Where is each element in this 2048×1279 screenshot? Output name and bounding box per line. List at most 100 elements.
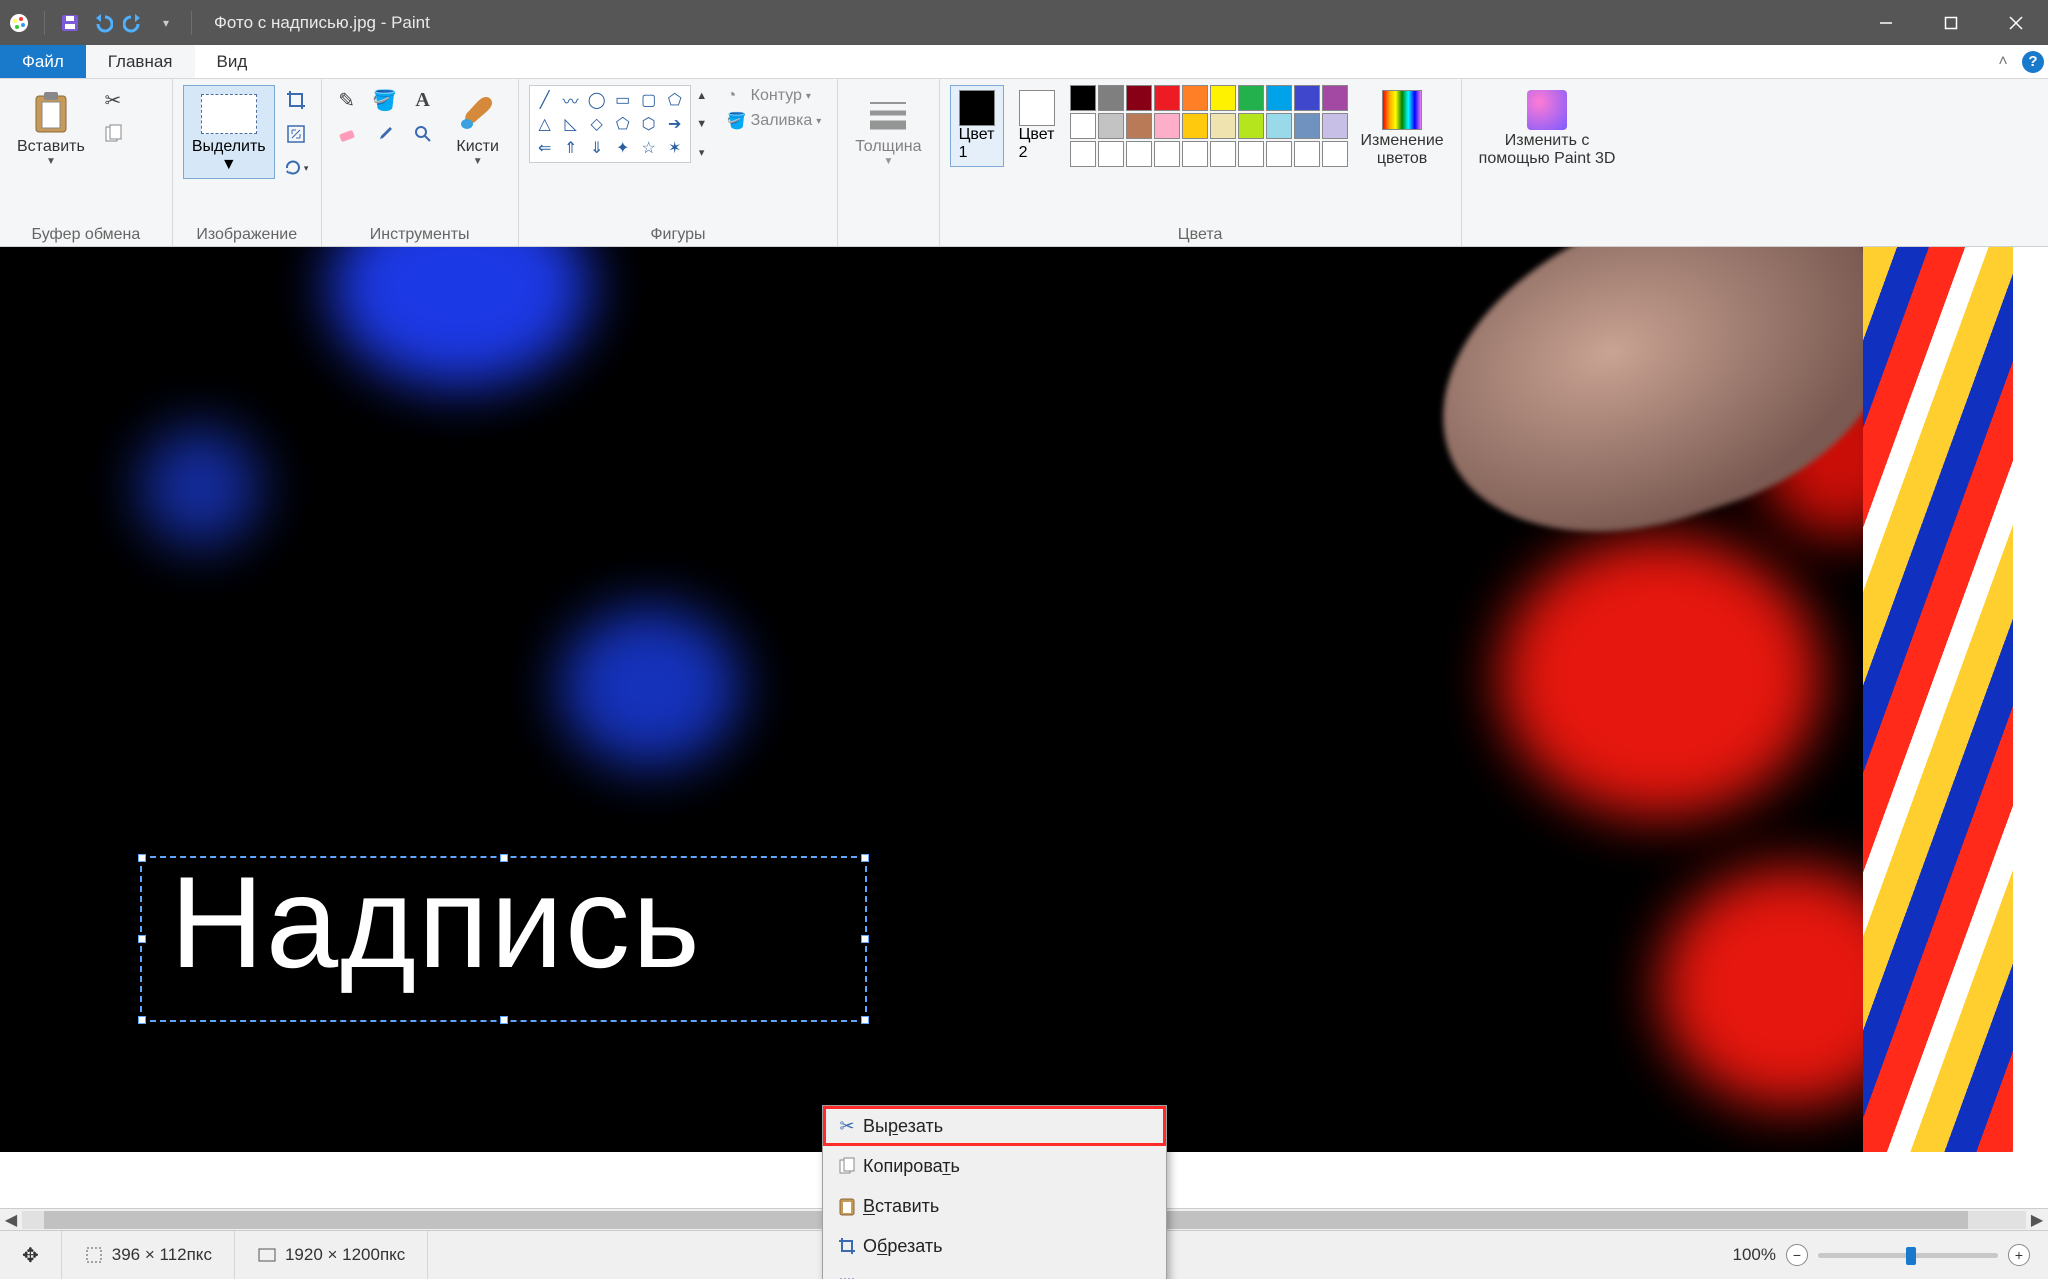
help-button[interactable]: ? <box>2018 45 2048 78</box>
color-swatch[interactable] <box>1266 113 1292 139</box>
resize-icon[interactable] <box>281 119 311 149</box>
shape-arrow-right-icon[interactable]: ➔ <box>663 113 687 135</box>
zoom-slider-thumb[interactable] <box>1906 1247 1916 1265</box>
shape-diamond-icon[interactable]: ◇ <box>585 113 609 135</box>
rotate-icon[interactable]: ▾ <box>281 153 311 183</box>
size-button[interactable]: Толщина ▼ <box>848 85 928 172</box>
color-swatch[interactable] <box>1266 85 1292 111</box>
paste-button[interactable]: Вставить ▼ <box>10 85 92 172</box>
shape-oval-icon[interactable]: ◯ <box>585 89 609 111</box>
color-swatch[interactable] <box>1070 113 1096 139</box>
color-swatch[interactable] <box>1238 85 1264 111</box>
color-swatch[interactable] <box>1238 113 1264 139</box>
tab-view[interactable]: Вид <box>195 45 270 78</box>
redo-icon[interactable] <box>121 10 147 36</box>
selection-handle[interactable] <box>500 1016 508 1024</box>
color-swatch[interactable] <box>1322 141 1348 167</box>
ctx-copy[interactable]: Копировать <box>823 1146 1166 1186</box>
color-swatch[interactable] <box>1126 141 1152 167</box>
zoom-slider[interactable] <box>1818 1253 1998 1258</box>
shape-roundrect-icon[interactable]: ▢ <box>637 89 661 111</box>
color-swatch[interactable] <box>1182 113 1208 139</box>
color-swatch[interactable] <box>1294 141 1320 167</box>
shape-star4-icon[interactable]: ✦ <box>611 137 635 159</box>
color-swatch[interactable] <box>1294 113 1320 139</box>
color-swatch[interactable] <box>1070 85 1096 111</box>
maximize-button[interactable] <box>1918 0 1983 45</box>
shape-polygon-icon[interactable]: ⬠ <box>663 89 687 111</box>
collapse-ribbon-icon[interactable]: ˄ <box>1988 45 2018 78</box>
shape-right-triangle-icon[interactable]: ◺ <box>559 113 583 135</box>
eraser-icon[interactable] <box>332 119 362 149</box>
selection-handle[interactable] <box>138 935 146 943</box>
paint3d-button[interactable]: Изменить с помощью Paint 3D <box>1472 85 1623 172</box>
shape-curve-icon[interactable]: 〰 <box>559 89 583 111</box>
undo-icon[interactable] <box>89 10 115 36</box>
color-swatch[interactable] <box>1154 141 1180 167</box>
zoom-in-button[interactable]: + <box>2008 1244 2030 1266</box>
color-swatch[interactable] <box>1098 85 1124 111</box>
color-swatch[interactable] <box>1182 141 1208 167</box>
shape-pentagon-icon[interactable]: ⬠ <box>611 113 635 135</box>
color-swatch[interactable] <box>1154 85 1180 111</box>
selection-handle[interactable] <box>861 935 869 943</box>
color-swatch[interactable] <box>1126 85 1152 111</box>
color-swatch[interactable] <box>1126 113 1152 139</box>
color-swatch[interactable] <box>1070 141 1096 167</box>
shape-arrow-down-icon[interactable]: ⇓ <box>585 137 609 159</box>
shape-outline-button[interactable]: ◔Контур ▾ <box>721 85 828 107</box>
gallery-more-icon[interactable]: ▾ <box>693 141 711 163</box>
shape-star6-icon[interactable]: ✶ <box>663 137 687 159</box>
color-swatch[interactable] <box>1098 141 1124 167</box>
edit-colors-button[interactable]: Изменение цветов <box>1354 85 1451 172</box>
ctx-select-all[interactable]: Выделить все <box>823 1266 1166 1279</box>
pencil-icon[interactable]: ✎ <box>332 85 362 115</box>
shape-star5-icon[interactable]: ☆ <box>637 137 661 159</box>
color-picker-icon[interactable] <box>370 119 400 149</box>
shape-fill-button[interactable]: 🪣Заливка ▾ <box>721 109 828 133</box>
selection-handle[interactable] <box>861 1016 869 1024</box>
color-swatch[interactable] <box>1294 85 1320 111</box>
brushes-button[interactable]: Кисти ▼ <box>448 85 508 172</box>
scroll-left-icon[interactable]: ◀ <box>0 1209 22 1231</box>
selection-box[interactable] <box>140 856 867 1022</box>
ctx-cut[interactable]: ✂ Вырезать <box>823 1106 1166 1146</box>
save-icon[interactable] <box>57 10 83 36</box>
close-button[interactable] <box>1983 0 2048 45</box>
color-swatch[interactable] <box>1210 85 1236 111</box>
copy-icon[interactable] <box>98 119 128 149</box>
shape-hexagon-icon[interactable]: ⬡ <box>637 113 661 135</box>
ctx-paste[interactable]: Вставить <box>823 1186 1166 1226</box>
color-swatch[interactable] <box>1210 113 1236 139</box>
color-swatch[interactable] <box>1154 113 1180 139</box>
color-swatch[interactable] <box>1182 85 1208 111</box>
cut-icon[interactable]: ✂ <box>98 85 128 115</box>
selection-handle[interactable] <box>500 854 508 862</box>
tab-file[interactable]: Файл <box>0 45 86 78</box>
text-icon[interactable]: A <box>408 85 438 115</box>
color1-button[interactable]: Цвет 1 <box>950 85 1004 167</box>
canvas[interactable]: Надпись <box>0 247 2048 1152</box>
magnifier-icon[interactable] <box>408 119 438 149</box>
selection-handle[interactable] <box>138 854 146 862</box>
shapes-gallery[interactable]: ╱ 〰 ◯ ▭ ▢ ⬠ △ ◺ ◇ ⬠ ⬡ ➔ ⇐ ⇑ ⇓ <box>529 85 691 163</box>
shape-arrow-up-icon[interactable]: ⇑ <box>559 137 583 159</box>
crop-icon[interactable] <box>281 85 311 115</box>
minimize-button[interactable] <box>1853 0 1918 45</box>
color2-button[interactable]: Цвет 2 <box>1010 85 1064 167</box>
shape-arrow-left-icon[interactable]: ⇐ <box>533 137 557 159</box>
gallery-down-icon[interactable]: ▼ <box>693 113 711 135</box>
color-swatch[interactable] <box>1266 141 1292 167</box>
color-swatch[interactable] <box>1238 141 1264 167</box>
gallery-up-icon[interactable]: ▲ <box>693 85 711 107</box>
selection-handle[interactable] <box>138 1016 146 1024</box>
ctx-crop[interactable]: Обрезать <box>823 1226 1166 1266</box>
color-swatch[interactable] <box>1210 141 1236 167</box>
tab-home[interactable]: Главная <box>86 45 195 78</box>
fill-icon[interactable]: 🪣 <box>370 85 400 115</box>
customize-qat-icon[interactable]: ▾ <box>153 10 179 36</box>
shape-line-icon[interactable]: ╱ <box>533 89 557 111</box>
zoom-out-button[interactable]: − <box>1786 1244 1808 1266</box>
select-button[interactable]: Выделить ▼ <box>183 85 275 179</box>
color-swatch[interactable] <box>1322 113 1348 139</box>
